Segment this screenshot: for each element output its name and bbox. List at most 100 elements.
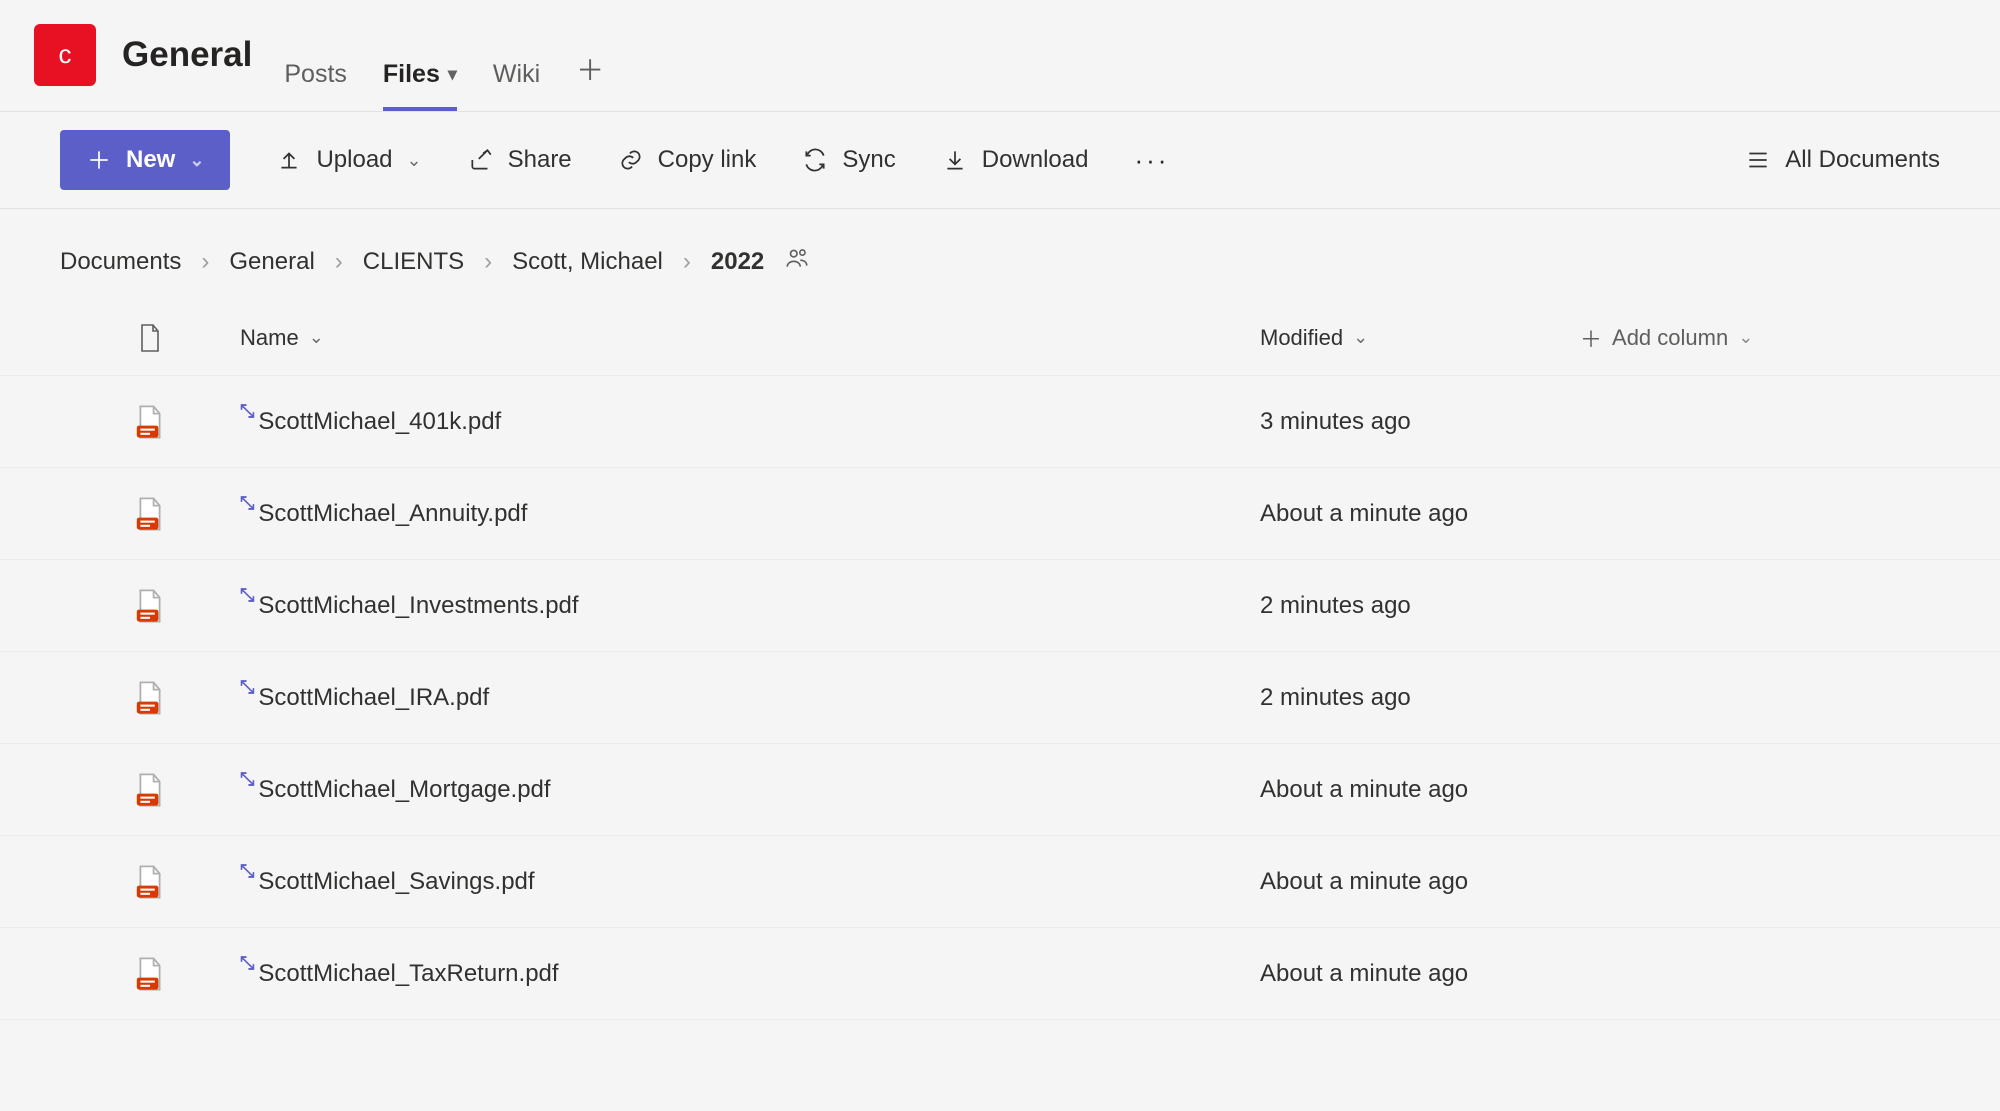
people-icon[interactable] [784, 245, 810, 278]
file-type-icon [60, 588, 240, 624]
pdf-icon [135, 680, 165, 716]
new-file-indicator-icon: ⤡ [240, 861, 254, 882]
pdf-icon [135, 956, 165, 992]
tab-posts[interactable]: Posts [284, 60, 347, 111]
file-name[interactable]: ScottMichael_IRA.pdf [258, 684, 489, 712]
add-column-label: Add column [1612, 325, 1728, 351]
tab-wiki[interactable]: Wiki [493, 60, 540, 111]
file-modified: About a minute ago [1260, 500, 1580, 528]
column-header-modified-label: Modified [1260, 325, 1343, 351]
link-icon [618, 147, 644, 173]
new-file-indicator-icon: ⤡ [240, 677, 254, 698]
file-name[interactable]: ScottMichael_Mortgage.pdf [258, 776, 550, 804]
file-type-icon [60, 956, 240, 992]
chevron-right-icon: › [335, 248, 343, 276]
column-header-modified[interactable]: Modified ⌄ [1260, 325, 1580, 351]
file-name[interactable]: ScottMichael_Annuity.pdf [258, 500, 527, 528]
table-row[interactable]: ⤡ ScottMichael_TaxReturn.pdf About a min… [0, 928, 2000, 1020]
sync-button[interactable]: Sync [802, 146, 895, 174]
chevron-down-icon: ⌄ [407, 150, 422, 171]
plus-icon [86, 147, 112, 173]
breadcrumb-item[interactable]: Scott, Michael [512, 248, 663, 276]
file-name[interactable]: ScottMichael_Savings.pdf [258, 868, 534, 896]
list-view-icon [1745, 147, 1771, 173]
file-type-icon [60, 404, 240, 440]
channel-name: General [122, 35, 252, 75]
table-header: Name ⌄ Modified ⌄ ＋ Add column ⌄ [0, 300, 2000, 376]
column-header-icon [60, 323, 240, 353]
file-name[interactable]: ScottMichael_401k.pdf [258, 408, 501, 436]
pdf-icon [135, 404, 165, 440]
view-label: All Documents [1785, 146, 1940, 174]
file-name[interactable]: ScottMichael_TaxReturn.pdf [258, 960, 558, 988]
column-header-name-label: Name [240, 325, 299, 351]
new-file-indicator-icon: ⤡ [240, 585, 254, 606]
chevron-right-icon: › [201, 248, 209, 276]
new-file-indicator-icon: ⤡ [240, 401, 254, 422]
chevron-down-icon: ▾ [448, 64, 457, 85]
table-row[interactable]: ⤡ ScottMichael_Investments.pdf 2 minutes… [0, 560, 2000, 652]
breadcrumb: Documents › General › CLIENTS › Scott, M… [0, 209, 2000, 300]
chevron-down-icon: ⌄ [1738, 327, 1753, 348]
column-header-name[interactable]: Name ⌄ [240, 325, 1260, 351]
add-tab-button[interactable]: ＋ [576, 49, 604, 111]
sync-icon [802, 147, 828, 173]
chevron-down-icon: ⌄ [309, 327, 324, 348]
download-button[interactable]: Download [942, 146, 1089, 174]
table-row[interactable]: ⤡ ScottMichael_401k.pdf 3 minutes ago [0, 376, 2000, 468]
breadcrumb-item-current: 2022 [711, 248, 764, 276]
files-toolbar: New ⌄ Upload ⌄ Share Copy link Sync Down… [0, 112, 2000, 209]
file-type-icon [60, 680, 240, 716]
chevron-down-icon: ⌄ [189, 150, 204, 171]
tab-files-label: Files [383, 60, 440, 89]
breadcrumb-item[interactable]: General [229, 248, 314, 276]
upload-label: Upload [316, 146, 392, 174]
file-modified: 2 minutes ago [1260, 684, 1580, 712]
sync-label: Sync [842, 146, 895, 174]
share-icon [468, 147, 494, 173]
table-row[interactable]: ⤡ ScottMichael_Savings.pdf About a minut… [0, 836, 2000, 928]
copylink-label: Copy link [658, 146, 757, 174]
table-row[interactable]: ⤡ ScottMichael_Mortgage.pdf About a minu… [0, 744, 2000, 836]
pdf-icon [135, 588, 165, 624]
file-modified: About a minute ago [1260, 960, 1580, 988]
new-button-label: New [126, 146, 175, 174]
download-label: Download [982, 146, 1089, 174]
new-button[interactable]: New ⌄ [60, 130, 230, 190]
chevron-down-icon: ⌄ [1353, 327, 1368, 348]
channel-tabs: Posts Files ▾ Wiki ＋ [284, 12, 604, 111]
file-name[interactable]: ScottMichael_Investments.pdf [258, 592, 578, 620]
table-row[interactable]: ⤡ ScottMichael_Annuity.pdf About a minut… [0, 468, 2000, 560]
file-type-icon [60, 864, 240, 900]
chevron-right-icon: › [683, 248, 691, 276]
plus-icon: ＋ [1580, 322, 1602, 354]
file-table: Name ⌄ Modified ⌄ ＋ Add column ⌄ ⤡ Scott… [0, 300, 2000, 1020]
share-label: Share [508, 146, 572, 174]
view-switcher[interactable]: All Documents [1745, 146, 1940, 174]
download-icon [942, 147, 968, 173]
upload-button[interactable]: Upload ⌄ [276, 146, 421, 174]
copylink-button[interactable]: Copy link [618, 146, 757, 174]
file-modified: 3 minutes ago [1260, 408, 1580, 436]
team-avatar: c [34, 24, 96, 86]
file-modified: About a minute ago [1260, 776, 1580, 804]
breadcrumb-item[interactable]: Documents [60, 248, 181, 276]
file-type-icon [60, 772, 240, 808]
channel-header: c General Posts Files ▾ Wiki ＋ [0, 0, 2000, 112]
table-row[interactable]: ⤡ ScottMichael_IRA.pdf 2 minutes ago [0, 652, 2000, 744]
file-modified: 2 minutes ago [1260, 592, 1580, 620]
upload-icon [276, 147, 302, 173]
more-actions-button[interactable]: ··· [1134, 145, 1169, 176]
new-file-indicator-icon: ⤡ [240, 493, 254, 514]
file-type-icon [60, 496, 240, 532]
pdf-icon [135, 496, 165, 532]
tab-files[interactable]: Files ▾ [383, 60, 457, 111]
new-file-indicator-icon: ⤡ [240, 953, 254, 974]
add-column-button[interactable]: ＋ Add column ⌄ [1580, 322, 1940, 354]
chevron-right-icon: › [484, 248, 492, 276]
share-button[interactable]: Share [468, 146, 572, 174]
file-modified: About a minute ago [1260, 868, 1580, 896]
pdf-icon [135, 864, 165, 900]
breadcrumb-item[interactable]: CLIENTS [363, 248, 464, 276]
pdf-icon [135, 772, 165, 808]
